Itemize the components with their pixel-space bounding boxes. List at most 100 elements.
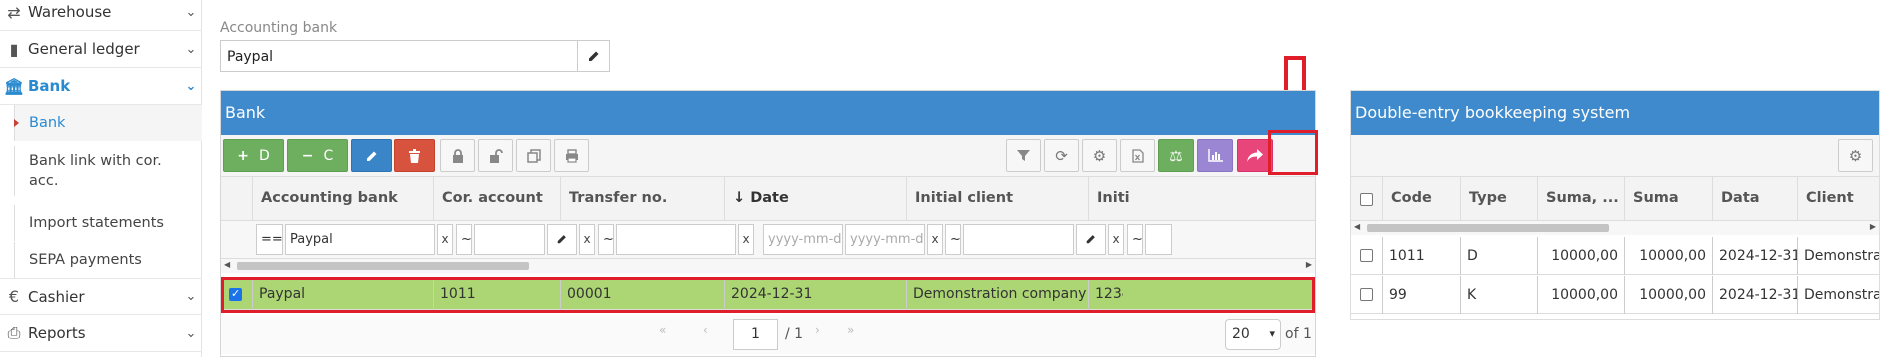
chevron-down-icon: ⌄: [185, 325, 197, 341]
first-page-icon[interactable]: «: [659, 323, 666, 337]
copy-button[interactable]: [516, 139, 551, 172]
export-excel-button[interactable]: [1120, 139, 1155, 172]
filter-button[interactable]: [1006, 139, 1041, 172]
filter-clear-button[interactable]: x: [437, 224, 453, 255]
scrollbar-thumb[interactable]: [237, 262, 529, 270]
filter-transfer-no-input[interactable]: [616, 224, 736, 255]
copy-icon: [526, 148, 541, 163]
sub-item-label: Bank link with cor. acc.: [29, 153, 162, 189]
nav-item-warehouse[interactable]: ⇄ Warehouse ⌄: [0, 0, 202, 31]
filter-clear-button[interactable]: x: [579, 224, 595, 255]
balance-button[interactable]: ⚖: [1158, 139, 1194, 172]
settings-button[interactable]: ⚙: [1082, 139, 1117, 172]
select-all-checkbox[interactable]: [1360, 193, 1373, 206]
unlock-button[interactable]: [478, 139, 513, 172]
row-select-cell[interactable]: [1351, 237, 1383, 275]
column-header-code[interactable]: Code: [1383, 177, 1461, 221]
filter-date-from-input[interactable]: yyyy-mm-dd: [763, 224, 843, 255]
scrollbar-thumb[interactable]: [1367, 224, 1609, 232]
bar-chart-icon: [1207, 149, 1223, 162]
filter-accounting-bank-input[interactable]: Paypal: [285, 224, 435, 255]
column-header-client[interactable]: Client: [1798, 177, 1881, 221]
row-checkbox[interactable]: [1360, 249, 1373, 262]
column-header-data[interactable]: Data: [1713, 177, 1798, 221]
cell-suma: 10000,00: [1625, 237, 1713, 275]
table-row[interactable]: 1011 D 10000,00 10000,00 2024-12-31 Demo…: [1351, 237, 1879, 275]
sub-item-sepa-payments[interactable]: SEPA payments: [14, 242, 202, 278]
lock-button[interactable]: [440, 139, 475, 172]
filter-edit-button[interactable]: [547, 224, 577, 255]
column-header-suma[interactable]: Suma: [1625, 177, 1713, 221]
sub-item-label: Bank: [29, 115, 66, 131]
column-header-initial[interactable]: Initial: [1089, 177, 1129, 221]
sidebar: ⇄ Warehouse ⌄ ▮ General ledger ⌄ 🏛 Bank …: [0, 0, 202, 357]
add-debit-label: D: [258, 147, 270, 164]
bank-horizontal-scrollbar[interactable]: ◀ ▶: [221, 259, 1315, 273]
header-select-cell: [221, 177, 253, 221]
filter-edit-button[interactable]: [1076, 224, 1106, 255]
column-header-type[interactable]: Type: [1461, 177, 1538, 221]
column-header-initial-client[interactable]: Initial client: [907, 177, 1089, 221]
filter-operator[interactable]: ~: [945, 224, 961, 255]
printer-icon: ⎙: [7, 323, 21, 342]
share-forward-icon: [1247, 149, 1263, 162]
edit-button[interactable]: [577, 40, 610, 72]
prev-page-icon[interactable]: ‹: [703, 323, 708, 337]
filter-clear-button[interactable]: x: [927, 224, 943, 255]
scroll-left-icon: ◀: [1354, 222, 1361, 231]
filter-date-to-input[interactable]: yyyy-mm-dd: [845, 224, 925, 255]
refresh-button[interactable]: ⟳: [1044, 139, 1079, 172]
column-header-suma-1[interactable]: Suma, ...: [1538, 177, 1625, 221]
double-entry-horizontal-scrollbar[interactable]: ◀ ▶: [1351, 221, 1879, 235]
column-header-cor-account[interactable]: Cor. account: [434, 177, 561, 221]
column-header-accounting-bank[interactable]: Accounting bank: [253, 177, 434, 221]
sub-item-bank[interactable]: Bank: [14, 105, 202, 141]
bank-toolbar: + D − C ⟳ ⚙ ⚖: [221, 135, 1315, 177]
column-header-transfer-no[interactable]: Transfer no.: [561, 177, 725, 221]
page-size-select[interactable]: 20 ▾: [1225, 319, 1281, 350]
chevron-down-icon: ⌄: [185, 78, 197, 94]
filter-operator[interactable]: ~: [1127, 224, 1143, 255]
filter-operator[interactable]: ~: [456, 224, 472, 255]
book-icon: ▮: [9, 39, 19, 59]
next-page-icon[interactable]: ›: [815, 323, 820, 337]
row-select-cell[interactable]: [1351, 276, 1383, 314]
page-number-input[interactable]: 1: [733, 319, 778, 350]
sub-item-import-statements[interactable]: Import statements: [14, 205, 202, 241]
add-credit-button[interactable]: − C: [287, 139, 348, 172]
settings-button[interactable]: ⚙: [1838, 139, 1873, 172]
print-button[interactable]: [554, 139, 589, 172]
nav-item-cashier[interactable]: € Cashier ⌄: [0, 278, 202, 315]
sub-item-bank-link[interactable]: Bank link with cor. acc.: [14, 146, 164, 196]
column-header-date[interactable]: ↓ Date: [725, 177, 907, 221]
filter-clear-button[interactable]: x: [738, 224, 754, 255]
filter-initial-client-input[interactable]: [963, 224, 1074, 255]
edit-button[interactable]: [351, 139, 392, 172]
chart-button[interactable]: [1197, 139, 1233, 172]
filter-operator[interactable]: ==: [256, 224, 283, 255]
gear-icon: ⚙: [1848, 146, 1863, 165]
filter-initial-input[interactable]: [1145, 224, 1172, 255]
nav-item-bank[interactable]: 🏛 Bank ⌄: [0, 68, 202, 105]
scroll-right-icon: ▶: [1869, 222, 1876, 231]
accounting-bank-input[interactable]: Paypal: [220, 40, 577, 72]
filter-clear-button[interactable]: x: [1108, 224, 1124, 255]
double-entry-toolbar: ⚙: [1351, 135, 1879, 177]
nav-item-reports[interactable]: ⎙ Reports ⌄: [0, 315, 202, 352]
filter-cor-account-input[interactable]: [474, 224, 545, 255]
plus-icon: +: [237, 147, 249, 164]
filter-operator[interactable]: ~: [598, 224, 614, 255]
delete-button[interactable]: [394, 139, 435, 172]
sub-item-label: SEPA payments: [29, 252, 142, 268]
cell-code: 1011: [1383, 237, 1461, 275]
chevron-down-icon: ⌄: [185, 4, 197, 20]
last-page-icon[interactable]: »: [847, 323, 854, 337]
bank-icon: 🏛: [3, 76, 25, 96]
accounting-bank-label: Accounting bank: [220, 20, 338, 36]
cell-data: 2024-12-31: [1713, 276, 1798, 314]
table-row[interactable]: 99 K 10000,00 10000,00 2024-12-31 Demons…: [1351, 276, 1879, 314]
row-checkbox[interactable]: [1360, 288, 1373, 301]
add-debit-button[interactable]: + D: [223, 139, 284, 172]
nav-item-general-ledger[interactable]: ▮ General ledger ⌄: [0, 31, 202, 68]
double-entry-grid-header: Code Type Suma, ... Suma Data Client: [1351, 177, 1879, 221]
